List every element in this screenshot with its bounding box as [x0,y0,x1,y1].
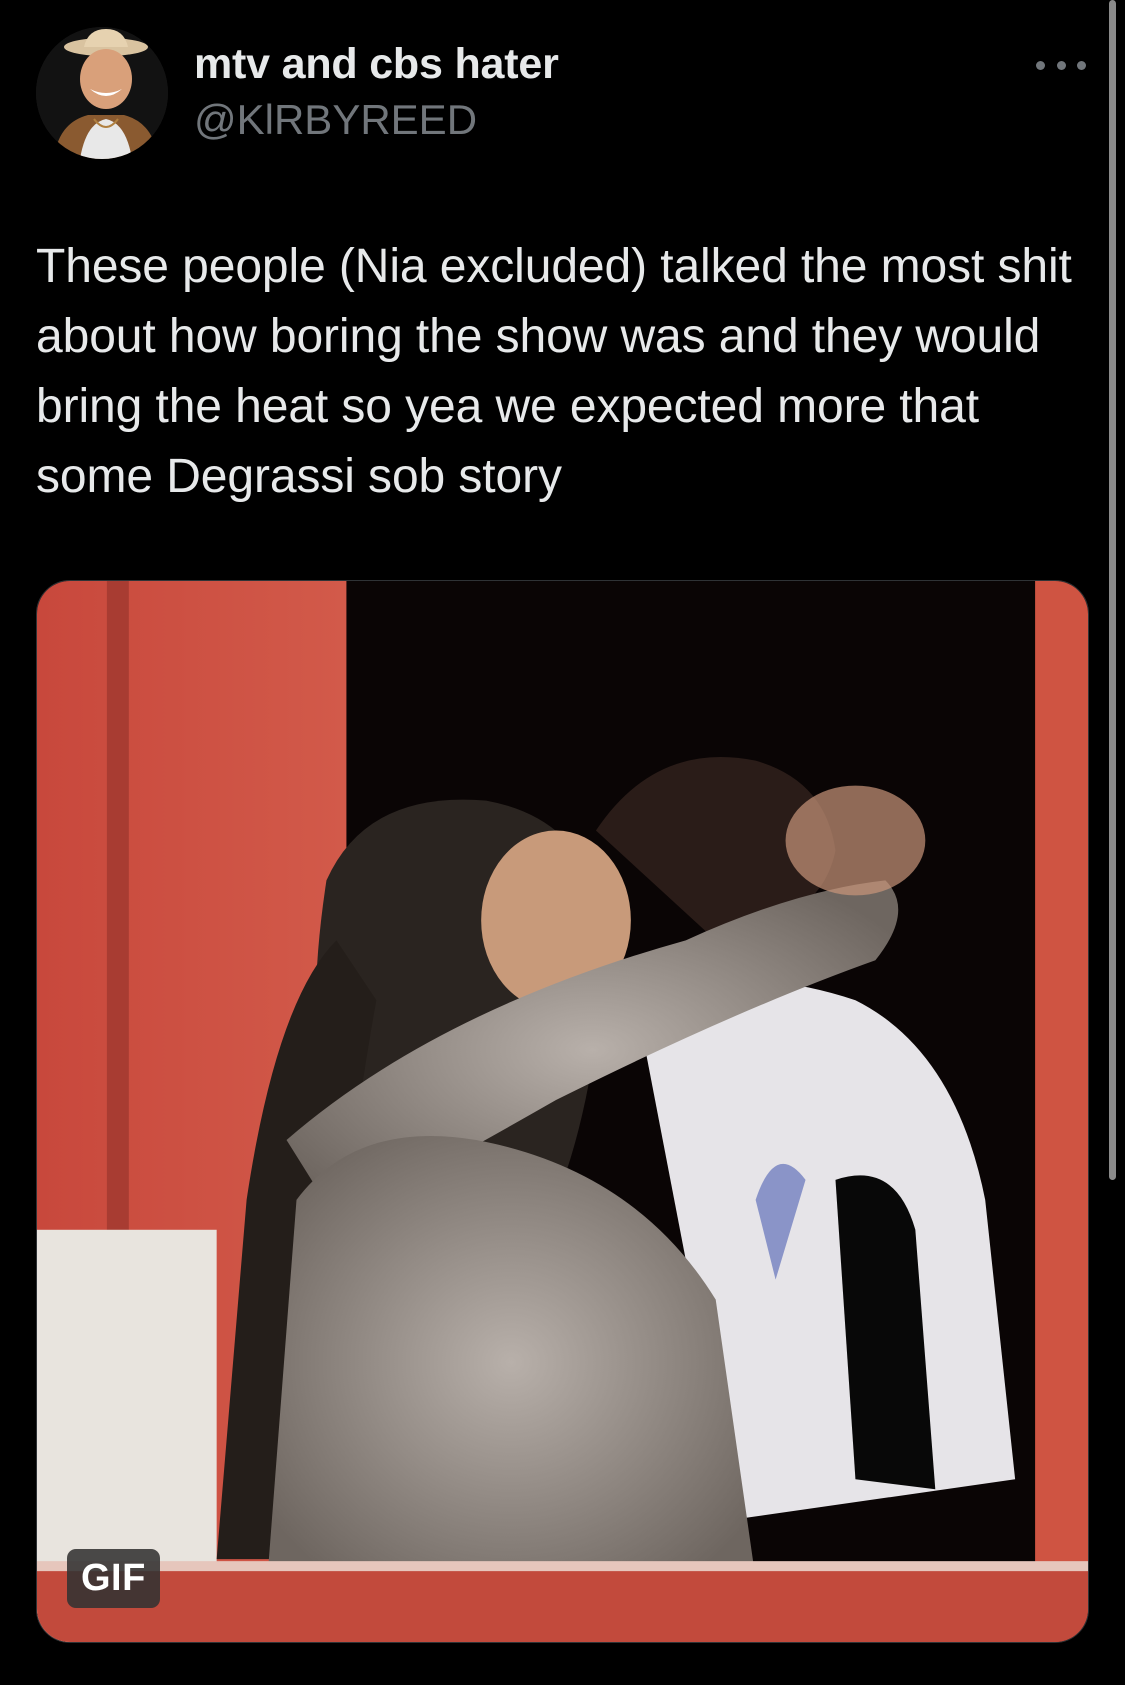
gif-badge: GIF [67,1549,160,1608]
avatar[interactable] [36,27,168,159]
scrollbar[interactable] [1109,0,1116,1180]
gif-frame [37,581,1088,1642]
tweet-text: These people (Nia excluded) talked the m… [36,240,1072,503]
user-handle[interactable]: @KlRBYREED [194,96,477,144]
more-horizontal-icon[interactable] [1036,50,1086,80]
display-name[interactable]: mtv and cbs hater [194,40,559,89]
tweet-view: mtv and cbs hater @KlRBYREED These peopl… [0,0,1125,1685]
tweet-media-gif[interactable]: GIF [36,580,1089,1643]
